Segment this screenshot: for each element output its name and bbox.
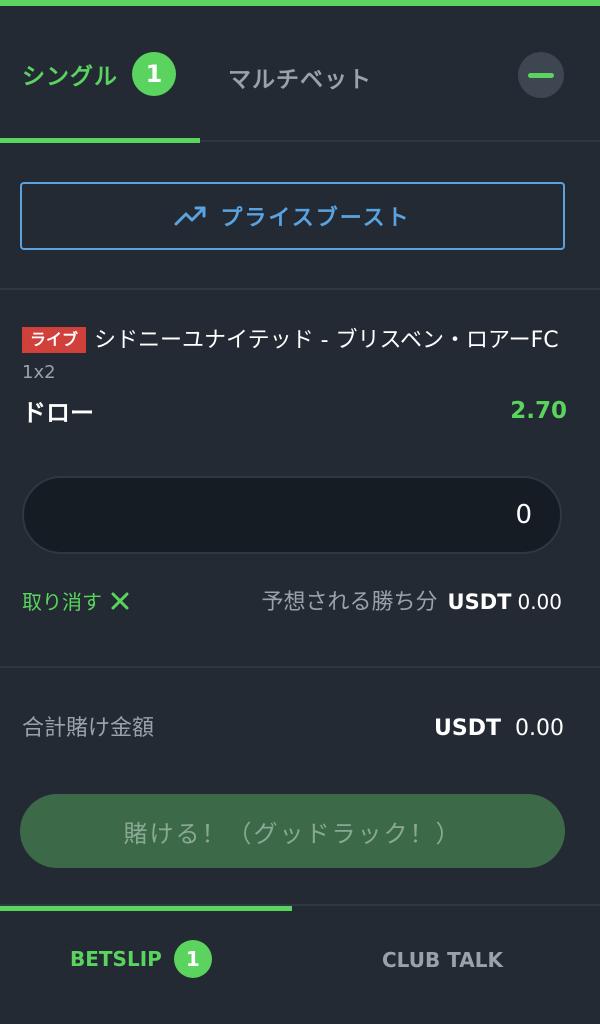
section-divider (0, 288, 600, 290)
event-name: シドニーユナイテッド - ブリスベン・ロアーFC (94, 328, 559, 353)
expected-win-label: 予想される勝ち分 (261, 590, 438, 615)
event-line: ライブ シドニーユナイテッド - ブリスベン・ロアーFC (22, 326, 567, 356)
single-count-badge: 1 (132, 52, 176, 96)
betslip-label: BETSLIP (70, 947, 162, 971)
total-stake-value: USDT 0.00 (434, 716, 564, 741)
price-boost-button[interactable]: プライスブースト (20, 182, 565, 250)
expected-win-amount: 0.00 (517, 590, 562, 614)
live-badge: ライブ (22, 327, 87, 353)
betslip-count-badge: 1 (173, 940, 212, 978)
total-amount: 0.00 (515, 716, 564, 741)
tab-single-label: シングル (22, 64, 118, 90)
collapse-button[interactable] (518, 52, 564, 98)
cancel-selection-button[interactable]: 取り消す (22, 586, 130, 615)
expected-win: 予想される勝ち分 USDT 0.00 (262, 584, 562, 616)
section-divider (0, 666, 600, 668)
place-bet-button[interactable]: 賭ける！（グッドラック！） (20, 794, 565, 868)
betslip-panel: シングル 1 マルチベット プライスブースト ライブ シドニーユナイテッド - ブ… (0, 0, 600, 1024)
active-tab-indicator (0, 138, 200, 143)
bet-selection: ライブ シドニーユナイテッド - ブリスベン・ロアーFC 1x2 ドロー 2.70 (22, 326, 567, 428)
odds-value: 2.70 (510, 397, 567, 424)
tab-single[interactable]: シングル 1 (22, 52, 176, 96)
tab-multibet[interactable]: マルチベット (228, 60, 372, 94)
market-type: 1x2 (22, 362, 56, 383)
bottom-tab-club-talk[interactable]: CLUB TALK (382, 948, 503, 972)
total-stake-row: 合計賭け金額 USDT 0.00 (22, 710, 564, 742)
minus-icon (528, 72, 554, 78)
stake-input[interactable] (22, 476, 562, 554)
price-boost-label: プライスブースト (220, 206, 411, 231)
bottom-active-indicator (0, 906, 292, 911)
cancel-label: 取り消す (22, 590, 102, 614)
close-icon (111, 592, 129, 609)
bottom-nav: BETSLIP 1 CLUB TALK (0, 904, 600, 1024)
pick-name: ドロー (22, 399, 94, 427)
betslip-tabs: シングル 1 マルチベット (0, 6, 600, 143)
total-currency: USDT (434, 716, 502, 741)
total-stake-label: 合計賭け金額 (22, 716, 155, 741)
trending-up-icon (174, 206, 206, 226)
bottom-tab-betslip[interactable]: BETSLIP 1 (70, 940, 212, 978)
expected-win-currency: USDT (447, 590, 512, 614)
pick-row: ドロー 2.70 (22, 393, 567, 428)
